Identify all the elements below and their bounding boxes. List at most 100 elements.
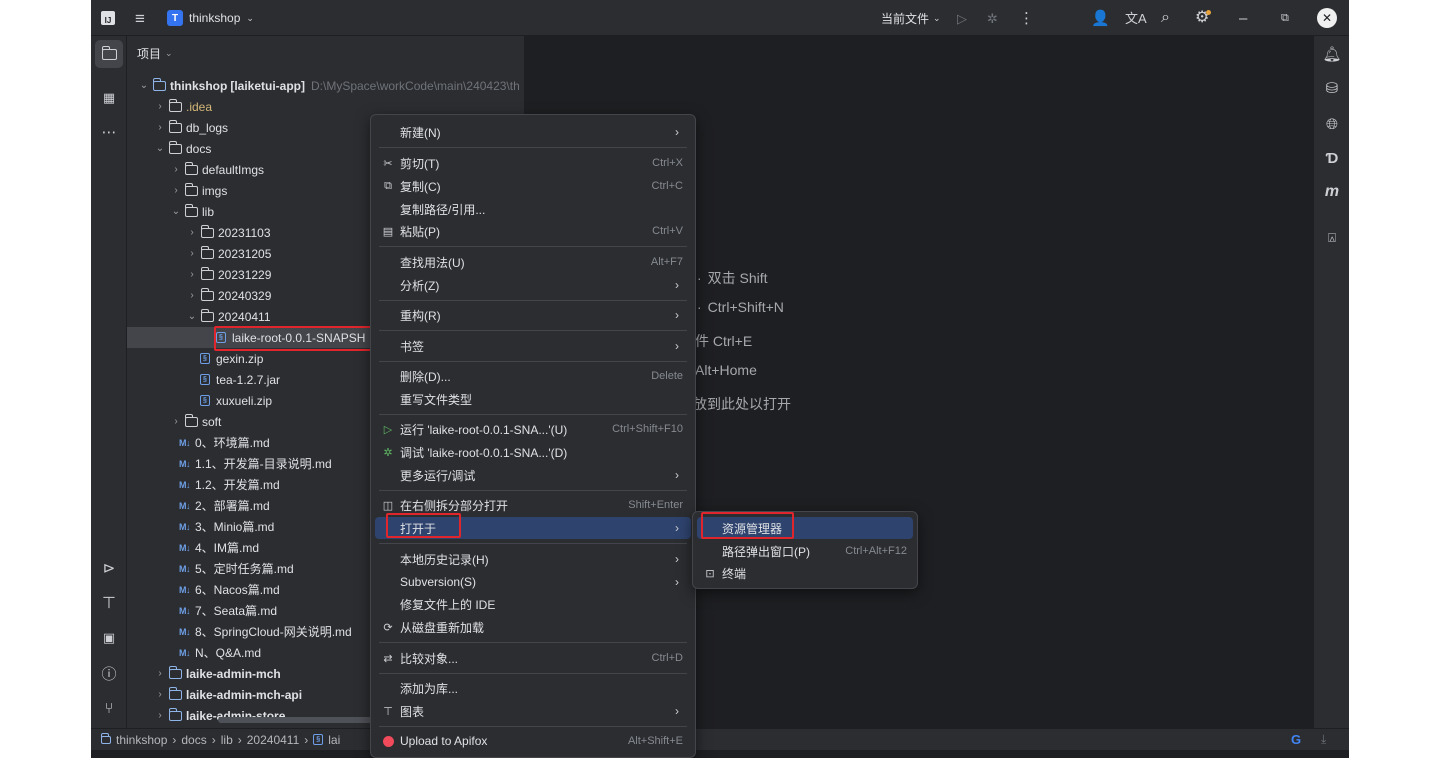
debug-button[interactable]: ✲ xyxy=(987,0,998,36)
menu-item-subversion[interactable]: Subversion(S) › xyxy=(375,571,691,593)
menu-item-diagrams[interactable]: ⊤ 图表 › xyxy=(375,700,691,722)
minimize-button[interactable]: – xyxy=(1239,0,1247,36)
google-icon[interactable]: G xyxy=(1291,732,1301,747)
hint-text: 放到此处以打开 xyxy=(693,396,791,412)
menu-item-repair-ide[interactable]: 修复文件上的 IDE xyxy=(375,593,691,615)
chevron-right-icon: › xyxy=(174,185,178,196)
more-actions-button[interactable]: ⋮ xyxy=(1019,0,1034,36)
menu-label: 复制路径/引用... xyxy=(400,202,486,217)
vcs-tool-button[interactable]: ⑂ xyxy=(95,694,123,722)
menu-item-copy[interactable]: ⧉ 复制(C) Ctrl+C xyxy=(375,175,691,197)
run-button[interactable]: ▷ xyxy=(957,0,967,36)
menu-item-upload-apifox[interactable]: Upload to Apifox Alt+Shift+E xyxy=(375,730,691,752)
problems-tool-button[interactable]: ⓘ xyxy=(95,659,123,687)
search-button[interactable]: ⌕ xyxy=(1161,0,1170,36)
menu-label: 路径弹出窗口(P) xyxy=(722,544,810,559)
tree-root[interactable]: ⌄ thinkshop [laiketui-app] D:\MySpace\wo… xyxy=(127,75,525,96)
menu-item-reload[interactable]: ⟳ 从磁盘重新加载 xyxy=(375,616,691,638)
markdown-icon: M↓ xyxy=(179,458,191,469)
build-tool-button[interactable]: ⊤ xyxy=(95,589,123,617)
breadcrumb-item[interactable]: docs xyxy=(181,733,206,747)
split-icon: ◫ xyxy=(382,499,394,512)
maven-button[interactable]: m xyxy=(1318,178,1346,206)
tree-label: 20231205 xyxy=(218,246,272,261)
menu-item-analyze[interactable]: 分析(Z) › xyxy=(375,274,691,296)
menu-item-new[interactable]: 新建(N) › xyxy=(375,121,691,143)
more-tools-button[interactable]: ⋯ xyxy=(95,118,123,146)
menu-item-local-history[interactable]: 本地历史记录(H) › xyxy=(375,548,691,570)
chevron-right-icon: › xyxy=(304,732,309,747)
services-tool-button[interactable]: ⊳ xyxy=(95,554,123,582)
module-folder-icon xyxy=(167,707,183,723)
menu-item-override-type[interactable]: 重写文件类型 xyxy=(375,388,691,410)
breadcrumb-item[interactable]: lib xyxy=(221,733,233,747)
menu-item-refactor[interactable]: 重构(R) › xyxy=(375,304,691,326)
terminal-tool-button[interactable]: ▣ xyxy=(95,624,123,652)
d-plugin-button[interactable]: Ɗ xyxy=(1318,144,1346,172)
menu-shortcut: Alt+Shift+E xyxy=(627,735,683,747)
menu-item-add-library[interactable]: 添加为库... xyxy=(375,677,691,699)
chevron-right-icon: › xyxy=(237,732,242,747)
right-tool-strip: 🔔︎ ⛁ 🌐︎ Ɗ m ⍓ xyxy=(1313,36,1349,728)
menu-item-copy-path[interactable]: 复制路径/引用... xyxy=(375,198,691,220)
restore-button[interactable]: ⧉ xyxy=(1281,0,1289,36)
web-button[interactable]: 🌐︎ xyxy=(1318,110,1346,138)
notifications-button[interactable]: 🔔︎ xyxy=(1318,40,1346,68)
menu-label: 图表 xyxy=(400,704,425,719)
menu-item-bookmarks[interactable]: 书签 › xyxy=(375,335,691,357)
download-icon[interactable]: ⤓ xyxy=(1321,732,1326,747)
tree-label: .idea xyxy=(186,99,213,114)
menu-label: 更多运行/调试 xyxy=(400,468,476,483)
add-user-button[interactable]: 👤 xyxy=(1091,0,1110,36)
chevron-down-icon: ⌄ xyxy=(246,12,254,23)
project-tool-button[interactable] xyxy=(95,40,123,68)
translate-button[interactable]: 文A xyxy=(1125,0,1147,36)
tree-label: 20231229 xyxy=(218,267,272,282)
close-button[interactable]: ✕ xyxy=(1317,0,1337,36)
submenu-item-terminal[interactable]: ⊡ 终端 xyxy=(697,562,913,584)
chevron-right-icon: › xyxy=(675,521,679,535)
clipboard-icon: ▤ xyxy=(382,225,394,238)
structure-tool-button[interactable]: ▦ xyxy=(95,84,123,112)
ai-assistant-button[interactable]: ⍓ xyxy=(1318,224,1346,252)
menu-item-cut[interactable]: ✂ 剪切(T) Ctrl+X xyxy=(375,152,691,174)
project-panel-header[interactable]: 项目 ⌄ xyxy=(137,44,173,62)
tree-label: 1.1、开发篇-目录说明.md xyxy=(195,457,332,471)
tree-label: 20240411 xyxy=(218,309,271,324)
chevron-right-icon: › xyxy=(675,278,679,292)
menu-item-run[interactable]: ▷ 运行 'laike-root-0.0.1-SNA...'(U) Ctrl+Shi… xyxy=(375,418,691,440)
folder-icon xyxy=(199,308,215,324)
settings-button[interactable]: ⚙ xyxy=(1195,0,1211,36)
terminal-icon: ⊡ xyxy=(705,567,715,580)
tree-path-hint: D:\MySpace\workCode\main\240423\th xyxy=(311,78,520,93)
breadcrumb-item[interactable]: thinkshop xyxy=(116,733,167,747)
menu-item-find-usages[interactable]: 查找用法(U) Alt+F7 xyxy=(375,251,691,273)
database-button[interactable]: ⛁ xyxy=(1318,74,1346,102)
main-menu-button[interactable]: ≡ xyxy=(135,0,145,36)
run-config-selector[interactable]: 当前文件 ⌄ xyxy=(881,0,941,36)
breadcrumb-item[interactable]: lai xyxy=(328,733,340,747)
taskbar-strip xyxy=(91,750,1349,758)
hint-bullet: · xyxy=(697,270,702,286)
menu-shortcut: Shift+Enter xyxy=(628,499,683,511)
archive-icon: § xyxy=(313,734,324,745)
module-folder-icon xyxy=(151,77,167,93)
chevron-right-icon: › xyxy=(190,269,194,280)
project-switcher[interactable]: T thinkshop ⌄ xyxy=(167,0,254,36)
scissors-icon: ✂ xyxy=(383,157,393,170)
menu-item-delete[interactable]: 删除(D)... Delete xyxy=(375,365,691,387)
menu-label: 调试 'laike-root-0.0.1-SNA...'(D) xyxy=(400,445,568,460)
breadcrumb-item[interactable]: 20240411 xyxy=(247,733,300,747)
menu-separator xyxy=(379,300,687,301)
apifox-icon xyxy=(381,735,395,747)
menu-label: Upload to Apifox xyxy=(400,734,488,748)
menu-item-paste[interactable]: ▤ 粘贴(P) Ctrl+V xyxy=(375,220,691,242)
chevron-down-icon: ⌄ xyxy=(187,311,197,322)
menu-label: 重写文件类型 xyxy=(400,392,473,407)
submenu-item-path-popup[interactable]: 路径弹出窗口(P) Ctrl+Alt+F12 xyxy=(697,540,913,562)
menu-item-compare[interactable]: ⇄ 比较对象... Ctrl+D xyxy=(375,647,691,669)
ide-logo[interactable]: IJ xyxy=(101,0,115,36)
tree-label: docs xyxy=(186,141,212,156)
menu-item-debug[interactable]: ✲ 调试 'laike-root-0.0.1-SNA...'(D) xyxy=(375,441,691,463)
menu-item-more-run[interactable]: 更多运行/调试 › xyxy=(375,464,691,486)
